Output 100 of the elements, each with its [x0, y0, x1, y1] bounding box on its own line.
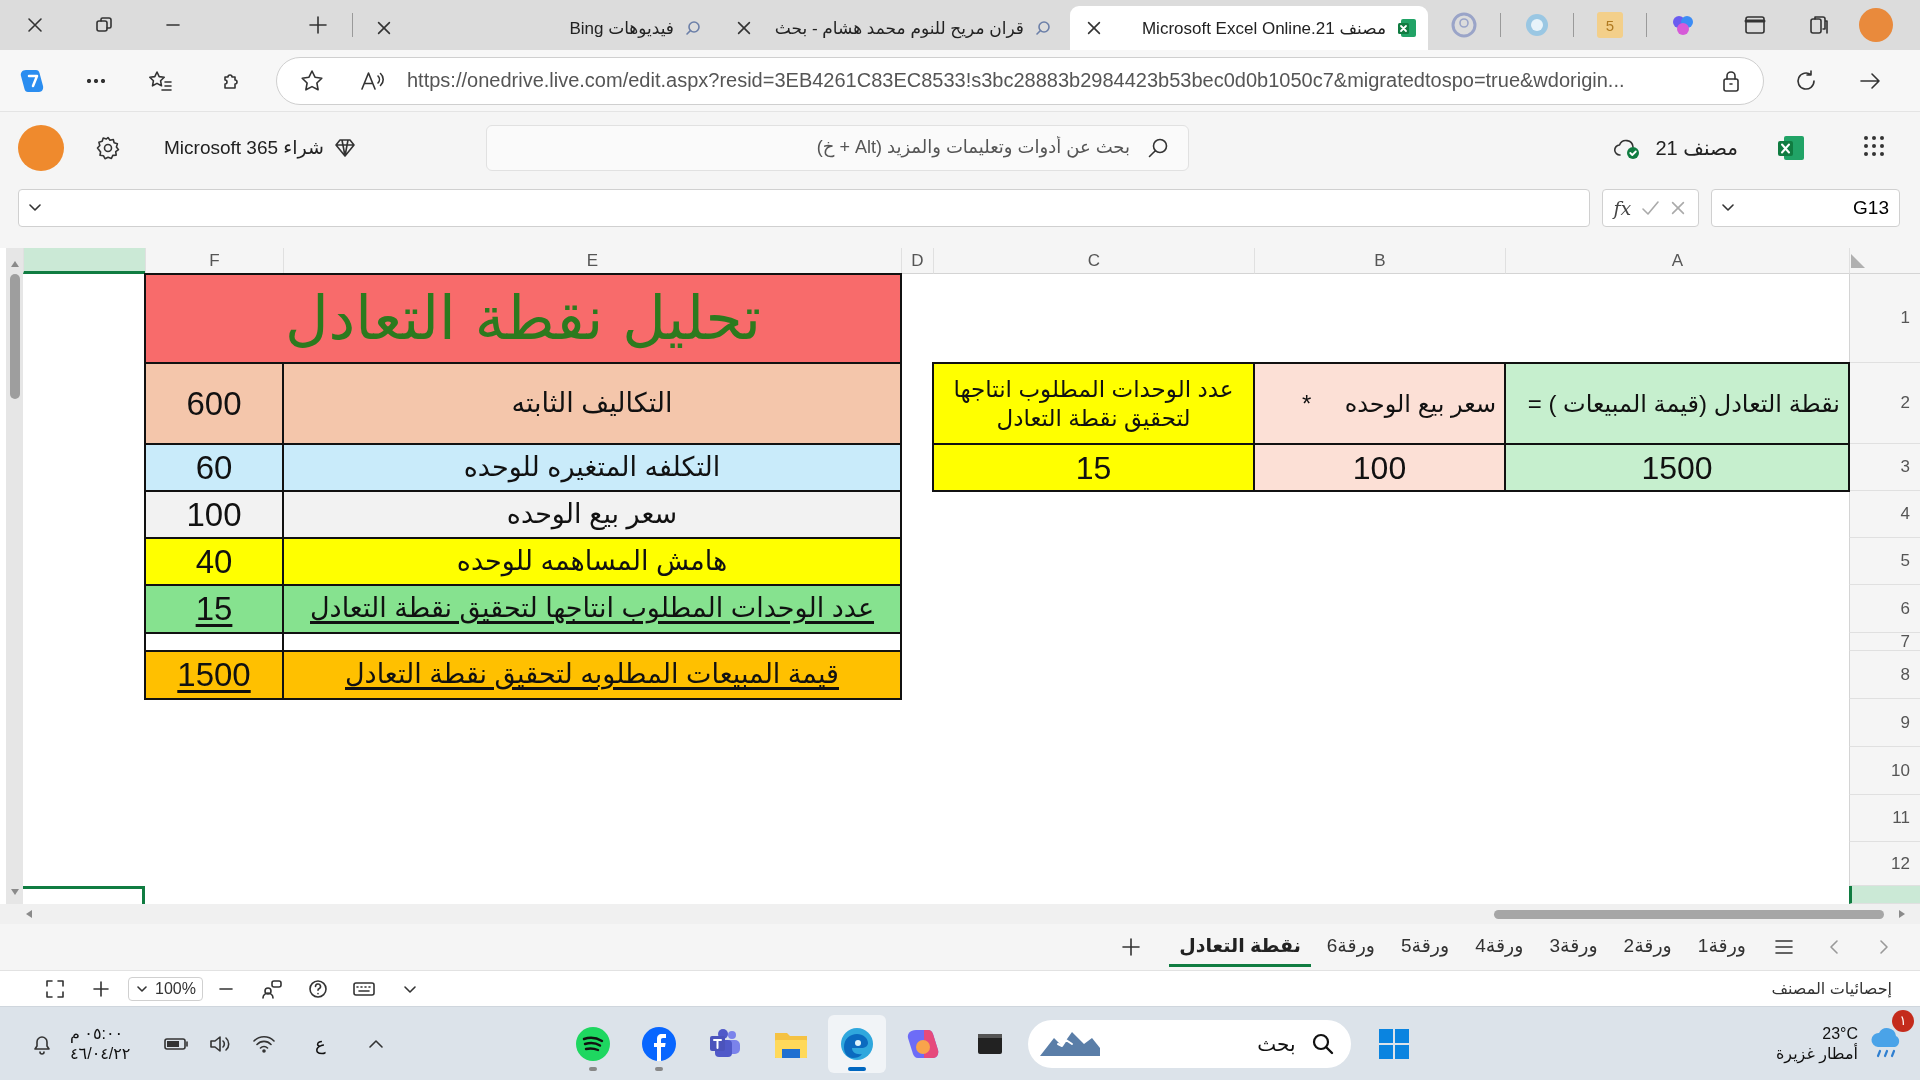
clock-button[interactable]: ٠٥:٠٠ م ٤٦/٠٤/٢٢ — [70, 1023, 131, 1064]
scroll-left-arrow-icon[interactable] — [25, 909, 33, 919]
url-text: https://onedrive.live.com/edit.aspx?resid=3EB4261C83EC8533!s3bc28883b2984423b53bec0d0b1050c7&migratedtospo=true&wdorigin... — [407, 69, 1626, 92]
browser-tab[interactable]: فيديوهات Bing — [360, 6, 712, 50]
restore-icon — [94, 16, 113, 34]
plus-icon — [92, 979, 110, 998]
add-favorite-button[interactable] — [299, 67, 325, 94]
chevron-down-icon — [29, 204, 41, 211]
table-cell: 100 — [1253, 443, 1506, 492]
chevron-left-icon — [1827, 938, 1841, 956]
expand-formula-button[interactable] — [29, 204, 41, 211]
column-header[interactable]: E — [283, 248, 901, 274]
fullscreen-icon — [45, 978, 65, 999]
app-available-button[interactable] — [1721, 68, 1741, 93]
sheet-title: تحليل نقطة التعادل — [144, 273, 902, 364]
table-cell: 1500 — [1504, 443, 1850, 492]
table-cell: 15 — [932, 443, 1255, 492]
people-icon — [260, 978, 283, 999]
sheet-tab[interactable]: ورقة5 — [1391, 927, 1460, 967]
row-header[interactable]: 2 — [1849, 363, 1920, 444]
formula-input-field[interactable] — [18, 188, 1590, 227]
column-header[interactable]: D — [901, 248, 933, 274]
sheet-tab[interactable]: ورقة2 — [1613, 927, 1682, 967]
table-cell: 15 — [144, 584, 284, 634]
scroll-down-arrow-icon[interactable] — [9, 888, 20, 896]
window-icon — [1744, 14, 1766, 36]
row-header[interactable]: 4 — [1849, 491, 1920, 538]
menu-icon — [1774, 938, 1794, 956]
browser-tab[interactable]: قران مريح للنوم محمد هشام - بحث — [720, 6, 1062, 50]
search-icon — [1034, 19, 1052, 37]
settings-icon — [95, 134, 121, 161]
browser-tab[interactable]: مصنف Microsoft Excel Online.21 — [1070, 6, 1428, 50]
row-header[interactable]: 11 — [1849, 795, 1920, 842]
scroll-right-arrow-icon[interactable] — [1898, 909, 1906, 919]
zoom-dropdown[interactable]: 100% — [128, 976, 203, 1001]
column-header[interactable]: C — [933, 248, 1254, 274]
close-icon — [1085, 19, 1103, 37]
close-icon — [375, 19, 393, 37]
row-header[interactable] — [1849, 886, 1920, 904]
buy-microsoft-365-link[interactable]: شراء Microsoft 365 — [164, 136, 356, 159]
scrollbar-thumb[interactable] — [9, 274, 20, 399]
workbook-name[interactable]: مصنف 21 — [1655, 135, 1738, 160]
table-cell: 100 — [144, 490, 284, 539]
address-bar[interactable]: https://onedrive.live.com/edit.aspx?resid=3EB4261C83EC8533!s3bc28883b2984423b53bec0d0b1050c7&migratedtospo=true&wdorigin... — [276, 56, 1764, 105]
table-cell: التكلفه المتغيره للوحده — [282, 443, 902, 492]
chevron-down-icon — [1722, 204, 1734, 211]
sheet-tab[interactable]: ورقة3 — [1539, 927, 1608, 967]
collections-icon — [1808, 14, 1830, 36]
sheet-tab[interactable]: ورقة6 — [1316, 927, 1385, 967]
column-header[interactable]: B — [1254, 248, 1505, 274]
row-header[interactable]: 1 — [1849, 274, 1920, 363]
sheet-tab[interactable]: ورقة1 — [1687, 927, 1756, 967]
battery-icon — [163, 1035, 190, 1052]
minus-icon — [218, 987, 233, 990]
help-icon — [307, 978, 328, 999]
close-icon — [735, 19, 753, 37]
sheet-tab[interactable]: نقطة التعادل — [1169, 927, 1311, 967]
table-cell: نقطة التعادل (قيمة المبيعات ) = — [1504, 362, 1850, 445]
row-header[interactable]: 9 — [1849, 699, 1920, 747]
column-header[interactable]: A — [1505, 248, 1849, 274]
search-icon — [1311, 1031, 1336, 1056]
number-favicon: 5 — [1597, 12, 1623, 38]
circle-icon — [1523, 11, 1551, 39]
more-icon — [87, 78, 105, 83]
person-circle-icon — [1450, 11, 1478, 39]
vertical-scrollbar[interactable] — [6, 248, 23, 904]
search-icon — [684, 19, 702, 37]
lock-icon — [1721, 68, 1741, 93]
row-header[interactable]: 7 — [1849, 633, 1920, 651]
row-header[interactable]: 5 — [1849, 538, 1920, 585]
column-header[interactable] — [23, 248, 145, 274]
wifi-icon — [252, 1033, 277, 1054]
column-header[interactable]: F — [145, 248, 283, 274]
table-cell: 600 — [144, 362, 284, 445]
scrollbar-thumb[interactable] — [1494, 909, 1884, 919]
spreadsheet-icon — [1396, 17, 1418, 39]
row-header[interactable]: 3 — [1849, 444, 1920, 491]
music-app-icon — [574, 1024, 613, 1063]
start-icon — [1377, 1026, 1412, 1061]
table-cell: 60 — [144, 443, 284, 492]
scroll-up-arrow-icon[interactable] — [9, 260, 20, 268]
row-header[interactable]: 12 — [1849, 842, 1920, 886]
sheet-tab[interactable]: ورقة4 — [1465, 927, 1534, 967]
row-header[interactable]: 10 — [1849, 747, 1920, 795]
insert-function-button[interactable]: fx — [1613, 196, 1632, 219]
table-cell: التكاليف الثابته — [282, 362, 902, 445]
notification-badge: ١ — [1892, 1009, 1914, 1032]
row-header[interactable]: 8 — [1849, 651, 1920, 699]
plus-icon — [307, 14, 329, 36]
keyboard-icon — [351, 979, 376, 998]
input-language-button[interactable]: ع — [298, 1017, 343, 1070]
corner-triangle-icon — [1850, 253, 1866, 269]
favorites-icon — [147, 68, 173, 93]
table-cell: قيمة المبيعات المطلوبه لتحقيق نقطة التعادل — [282, 650, 902, 700]
workbook-statistics-button[interactable]: إحصائيات المصنف — [1771, 979, 1892, 998]
row-header[interactable]: 6 — [1849, 585, 1920, 633]
table-cell: عدد الوحدات المطلوب انتاجها لتحقيق نقطة التعادل — [282, 584, 902, 634]
name-box[interactable]: G13 — [1711, 188, 1900, 227]
taskbar-search-field[interactable]: بحث — [1028, 1019, 1352, 1068]
horizontal-scrollbar[interactable] — [0, 904, 1920, 924]
